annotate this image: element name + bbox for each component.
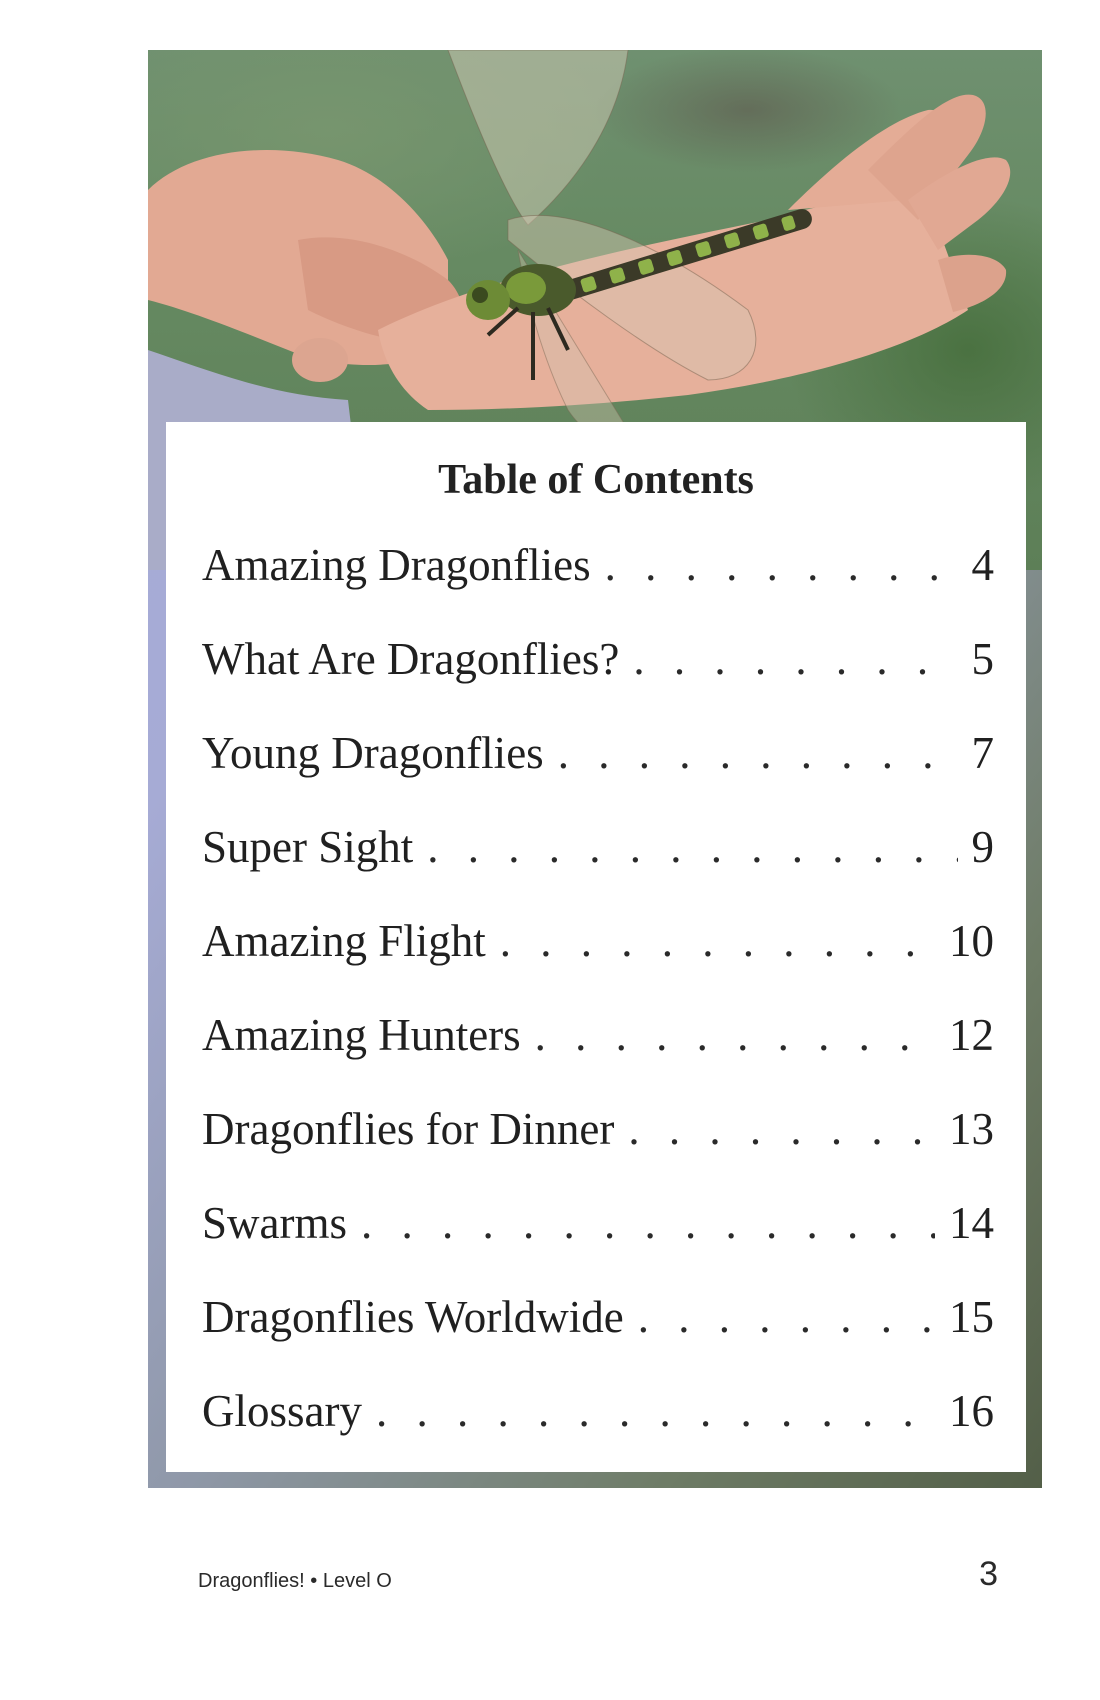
footer-page-number: 3 <box>979 1555 998 1593</box>
toc-entry-page: 15 <box>949 1292 994 1342</box>
toc-entry-page: 10 <box>949 916 994 966</box>
toc-entry: Amazing Dragonflies . . . . . . . . . . .… <box>202 518 994 612</box>
toc-list: Amazing Dragonflies . . . . . . . . . . .… <box>202 518 994 1458</box>
toc-entry: Young Dragonflies . . . . . . . . . . . .… <box>202 706 994 800</box>
toc-entry-page: 13 <box>949 1104 994 1154</box>
toc-dot-leader: . . . . . . . . . . . . . . . . . . . . … <box>427 822 957 872</box>
toc-entry-page: 14 <box>949 1198 994 1248</box>
toc-entry-label: Glossary <box>202 1386 362 1436</box>
toc-entry-page: 12 <box>949 1010 994 1060</box>
toc-entry-label: Swarms <box>202 1198 347 1248</box>
toc-dot-leader: . . . . . . . . . . . . . . . . . . . . … <box>604 540 958 590</box>
toc-entry-label: Super Sight <box>202 822 414 872</box>
footer-book-title: Dragonflies! • Level O <box>198 1570 392 1592</box>
toc-dot-leader: . . . . . . . . . . . . . . . . . . . . … <box>534 1010 935 1060</box>
toc-entry: Dragonflies for Dinner . . . . . . . . . … <box>202 1082 994 1176</box>
toc-dot-leader: . . . . . . . . . . . . . . . . . . . . … <box>637 1292 935 1342</box>
toc-entry-label: What Are Dragonflies? <box>202 634 620 684</box>
toc-entry-label: Amazing Hunters <box>202 1010 521 1060</box>
toc-dot-leader: . . . . . . . . . . . . . . . . . . . . … <box>375 1386 935 1436</box>
toc-entry: Swarms . . . . . . . . . . . . . . . . . … <box>202 1176 994 1270</box>
toc-entry: Amazing Hunters . . . . . . . . . . . . .… <box>202 988 994 1082</box>
page-frame: Table of Contents Amazing Dragonflies . .… <box>148 50 1042 1488</box>
table-of-contents: Table of Contents Amazing Dragonflies . .… <box>166 422 1026 1472</box>
toc-entry: Super Sight . . . . . . . . . . . . . . .… <box>202 800 994 894</box>
toc-entry-page: 16 <box>949 1386 994 1436</box>
toc-dot-leader: . . . . . . . . . . . . . . . . . . . . … <box>628 1104 935 1154</box>
toc-entry-label: Dragonflies for Dinner <box>202 1104 615 1154</box>
toc-entry-label: Dragonflies Worldwide <box>202 1292 624 1342</box>
toc-dot-leader: . . . . . . . . . . . . . . . . . . . . … <box>557 728 958 778</box>
toc-entry: Amazing Flight . . . . . . . . . . . . . … <box>202 894 994 988</box>
toc-entry-page: 4 <box>971 540 995 590</box>
toc-title: Table of Contents <box>438 457 754 503</box>
toc-entry-label: Amazing Flight <box>202 916 486 966</box>
toc-dot-leader: . . . . . . . . . . . . . . . . . . . . … <box>633 634 957 684</box>
toc-entry-label: Amazing Dragonflies <box>202 540 591 590</box>
toc-entry: Glossary . . . . . . . . . . . . . . . . … <box>202 1364 994 1458</box>
toc-dot-leader: . . . . . . . . . . . . . . . . . . . . … <box>499 916 935 966</box>
toc-entry-page: 7 <box>971 728 995 778</box>
toc-dot-leader: . . . . . . . . . . . . . . . . . . . . … <box>361 1198 935 1248</box>
toc-entry-page: 9 <box>971 822 995 872</box>
toc-entry: What Are Dragonflies? . . . . . . . . . .… <box>202 612 994 706</box>
toc-entry-label: Young Dragonflies <box>202 728 544 778</box>
toc-entry: Dragonflies Worldwide . . . . . . . . . .… <box>202 1270 994 1364</box>
toc-entry-page: 5 <box>971 634 995 684</box>
